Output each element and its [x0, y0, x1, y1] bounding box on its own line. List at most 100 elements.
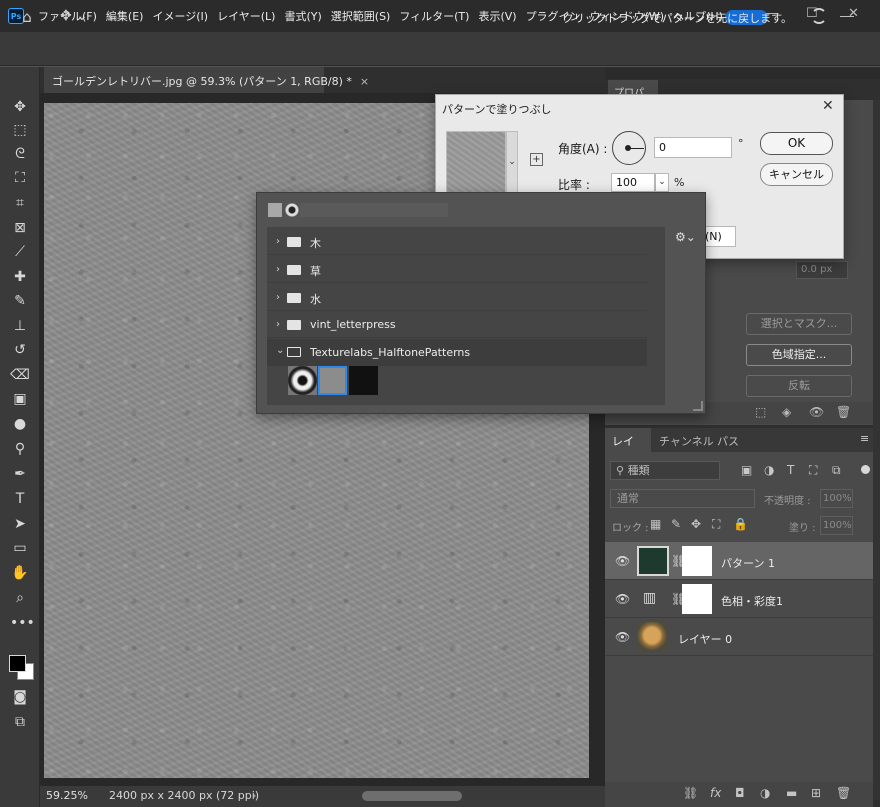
close-tab-icon[interactable]: ×: [360, 75, 369, 88]
menu-view[interactable]: 表示(V): [478, 8, 516, 24]
lock-transparency-icon[interactable]: ▦: [650, 517, 661, 531]
move-tool-icon[interactable]: ✥ ⌄: [60, 8, 88, 24]
folder-name[interactable]: 水: [310, 291, 321, 307]
folder-name[interactable]: Texturelabs_HalftonePatterns: [310, 346, 470, 359]
stamp-icon[interactable]: ⊥: [10, 316, 30, 336]
lock-artboard-icon[interactable]: ⛶: [712, 517, 720, 532]
recent-swatch[interactable]: [268, 203, 282, 217]
home-icon[interactable]: ⌂: [18, 8, 36, 26]
brush-icon[interactable]: ✎: [10, 291, 30, 311]
type-icon[interactable]: T: [10, 489, 30, 509]
chevron-down-icon[interactable]: ⌄: [506, 131, 518, 193]
move-icon[interactable]: ✥: [10, 97, 30, 117]
pattern-folder-row[interactable]: [267, 256, 647, 283]
chevron-right-icon[interactable]: ›: [276, 236, 280, 247]
path-select-icon[interactable]: ➤: [10, 514, 30, 534]
chevron-right-icon[interactable]: ›: [276, 264, 280, 275]
layer-name[interactable]: パターン 1: [721, 555, 775, 571]
tab-paths[interactable]: パス: [717, 433, 739, 449]
pattern-swatch[interactable]: [288, 366, 317, 395]
document-tab[interactable]: ゴールデンレトリバー.jpg @ 59.3% (パターン 1, RGB/8) *…: [44, 67, 369, 93]
pattern-preview[interactable]: [446, 131, 506, 193]
menu-image[interactable]: イメージ(I): [152, 8, 208, 24]
folder-name[interactable]: 木: [310, 235, 321, 251]
collapse-icon[interactable]: [840, 16, 854, 17]
feather-field[interactable]: 0.0 px: [796, 261, 848, 279]
marquee-icon[interactable]: ⬚: [10, 120, 30, 140]
delete-mask-icon[interactable]: 🗑: [836, 405, 851, 419]
dodge-icon[interactable]: ⚲: [10, 439, 30, 459]
visibility-icon[interactable]: 👁: [809, 405, 824, 419]
folder-name[interactable]: vint_letterpress: [310, 318, 396, 331]
new-adjustment-icon[interactable]: ◑: [760, 786, 770, 800]
blur-icon[interactable]: ●: [10, 414, 30, 434]
layer-filter-kind[interactable]: ⚲ 種類: [610, 461, 720, 480]
filter-shape-icon[interactable]: ⛶: [809, 463, 817, 478]
lasso-icon[interactable]: ᘓ: [10, 144, 30, 164]
horizontal-scrollbar[interactable]: [362, 791, 462, 801]
snap-origin-icon[interactable]: +: [530, 153, 543, 166]
opacity-field[interactable]: 100%: [820, 489, 853, 508]
recent-swatch[interactable]: [285, 203, 299, 217]
lock-image-icon[interactable]: ✎: [671, 517, 681, 531]
link-layers-icon[interactable]: ⛓: [683, 786, 698, 800]
pattern-swatch[interactable]: [349, 366, 378, 395]
blend-mode-select[interactable]: 通常: [610, 489, 755, 508]
folder-name[interactable]: 草: [310, 263, 321, 279]
filter-adjustment-icon[interactable]: ◑: [764, 463, 774, 477]
visibility-eye-icon[interactable]: 👁: [615, 630, 630, 644]
quick-mask-icon[interactable]: ◙: [10, 687, 30, 707]
zoom-level[interactable]: 59.25%: [46, 789, 88, 802]
chevron-down-icon[interactable]: ⌄: [655, 173, 669, 192]
layer-row-hue-saturation[interactable]: 👁 ▥ ⛓ 色相・彩度1: [605, 580, 873, 618]
tab-channels[interactable]: チャンネル: [659, 433, 714, 449]
add-mask-icon[interactable]: ◘: [735, 786, 745, 800]
frame-icon[interactable]: ⊠: [10, 218, 30, 238]
panel-menu-icon[interactable]: ≡: [860, 432, 869, 445]
resize-handle-icon[interactable]: [693, 401, 703, 411]
visibility-eye-icon[interactable]: 👁: [615, 554, 630, 568]
history-brush-icon[interactable]: ↺: [10, 340, 30, 360]
chevron-right-icon[interactable]: ›: [276, 292, 280, 303]
filter-type-icon[interactable]: T: [787, 463, 794, 477]
menu-edit[interactable]: 編集(E): [106, 8, 144, 24]
hand-icon[interactable]: ✋: [10, 563, 30, 583]
filter-pixel-icon[interactable]: ▣: [741, 463, 752, 477]
cancel-button[interactable]: キャンセル: [760, 163, 833, 186]
object-select-icon[interactable]: ⛶: [10, 168, 30, 188]
eyedropper-icon[interactable]: ⟋: [10, 242, 30, 262]
layer-mask-thumbnail[interactable]: [682, 546, 712, 576]
new-layer-icon[interactable]: ⊞: [811, 786, 821, 800]
color-range-button[interactable]: 色域指定...: [746, 344, 852, 366]
status-menu-icon[interactable]: ›: [252, 789, 256, 802]
eraser-icon[interactable]: ⌫: [10, 365, 30, 385]
layer-mask-thumbnail[interactable]: [682, 584, 712, 614]
load-selection-icon[interactable]: ⬚: [755, 405, 766, 419]
angle-input[interactable]: 0: [654, 137, 732, 158]
crop-icon[interactable]: ⌗: [10, 193, 30, 213]
gear-icon[interactable]: ⚙⌄: [675, 230, 696, 244]
menu-type[interactable]: 書式(Y): [284, 8, 321, 24]
ok-button[interactable]: OK: [760, 132, 833, 155]
healing-brush-icon[interactable]: ✚: [10, 267, 30, 287]
new-group-icon[interactable]: ▬: [786, 786, 797, 800]
zoom-icon[interactable]: ⌕: [10, 588, 30, 608]
scale-input[interactable]: 100: [611, 173, 655, 192]
invert-button[interactable]: 反転: [746, 375, 852, 397]
layer-row-layer0[interactable]: 👁 レイヤー 0: [605, 618, 873, 656]
layer-name[interactable]: レイヤー 0: [678, 631, 732, 647]
apply-mask-icon[interactable]: ◈: [782, 405, 791, 419]
pattern-swatch-selected[interactable]: [318, 366, 347, 395]
layer-row-pattern[interactable]: 👁 ⛓ パターン 1: [605, 542, 873, 580]
panel-scrollbar[interactable]: [873, 100, 880, 800]
close-window-icon[interactable]: ✕: [848, 6, 859, 21]
menu-layer[interactable]: レイヤー(L): [217, 8, 275, 24]
gradient-icon[interactable]: ▣: [10, 389, 30, 409]
select-and-mask-button[interactable]: 選択とマスク...: [746, 313, 852, 335]
filter-smart-icon[interactable]: ⧉: [832, 463, 841, 478]
menu-select[interactable]: 選択範囲(S): [331, 8, 391, 24]
chevron-down-icon[interactable]: ⌄: [276, 345, 284, 356]
close-icon[interactable]: ✕: [822, 98, 834, 114]
more-tools-icon[interactable]: •••: [10, 613, 35, 633]
screen-mode-icon[interactable]: ⧉: [10, 712, 30, 732]
